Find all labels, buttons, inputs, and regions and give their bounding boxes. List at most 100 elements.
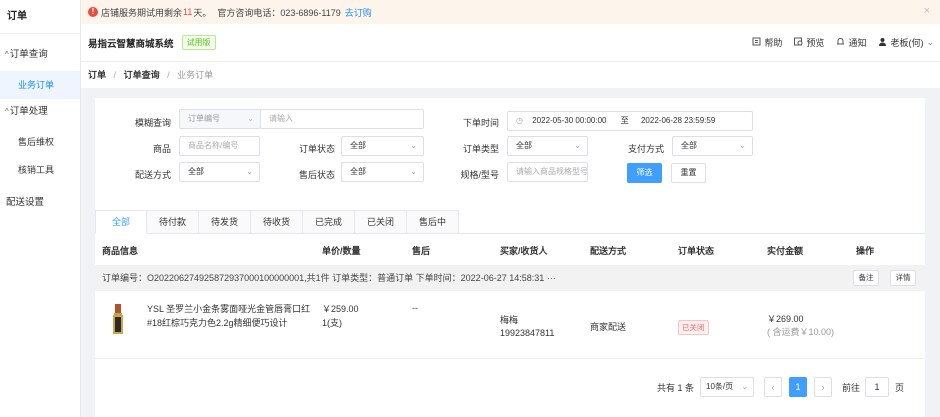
paid-amount: ￥269.00 ( 含运费￥10.00) bbox=[767, 313, 834, 339]
notice-days: 11 bbox=[183, 7, 193, 17]
tab-completed[interactable]: 已完成 bbox=[303, 210, 355, 234]
breadcrumb-sep: / bbox=[113, 70, 117, 80]
close-icon[interactable]: × bbox=[924, 5, 930, 17]
order-type-value: 全部 bbox=[516, 141, 532, 150]
sidebar: 订单 ^订单查询 业务订单 ^订单处理 售后维权 核销工具 配送设置 bbox=[0, 0, 81, 417]
product-thumbnail[interactable] bbox=[111, 304, 125, 334]
buyer-phone: 19923847811 bbox=[500, 328, 555, 338]
product-name-line2: #18红棕巧克力色2.2g精细便巧设计 bbox=[147, 318, 288, 328]
sidebar-item-delivery-settings[interactable]: 配送设置 bbox=[0, 192, 80, 214]
detail-button[interactable]: 详情 bbox=[890, 270, 916, 286]
sidebar-group-order-processing[interactable]: ^订单处理 bbox=[0, 102, 80, 122]
fuzzy-type-select[interactable]: 订单编号 ⌄ bbox=[179, 109, 261, 129]
spec-input[interactable]: 请输入商品规格型号 bbox=[507, 162, 588, 182]
table-header: 商品信息 单价/数量 售后 买家/收货人 配送方式 订单状态 实付金额 操作 bbox=[95, 236, 925, 264]
header-actions: 帮助 预览 通知 老板(何) ⌄ bbox=[740, 36, 934, 49]
order-time-label: 下单时间 bbox=[462, 118, 499, 128]
col-after-sale: 售后 bbox=[412, 246, 431, 256]
page-size-select[interactable]: 10条/页 ⌄ bbox=[700, 377, 755, 397]
sidebar-item-after-sale[interactable]: 售后维权 bbox=[0, 128, 80, 156]
sidebar-item-verify-tool[interactable]: 核销工具 bbox=[0, 156, 80, 184]
status-badge: 已关闭 bbox=[678, 320, 709, 335]
notice-hotline: 官方咨询电话：023-6896-1179 bbox=[217, 7, 341, 18]
orders-card: 模糊查询 订单编号 ⌄ 请输入 下单时间 ◷ 2022-05-30 00:00:0… bbox=[95, 98, 925, 417]
prev-page-button[interactable]: ‹ bbox=[764, 377, 783, 397]
user-menu[interactable]: 老板(何) ⌄ bbox=[878, 36, 934, 49]
sidebar-item-business-orders[interactable]: 业务订单 bbox=[0, 71, 80, 99]
chevron-down-icon: ⌄ bbox=[926, 37, 934, 47]
user-name: 老板(何) bbox=[890, 38, 924, 48]
warning-icon: ! bbox=[88, 7, 98, 17]
top-header: 易指云智慧商城系统 试用版 帮助 预览 通知 老板(何) ⌄ bbox=[81, 24, 940, 62]
tab-pending-payment[interactable]: 待付款 bbox=[147, 210, 199, 234]
quantity: 1(支) bbox=[322, 318, 342, 328]
col-buyer: 买家/收货人 bbox=[500, 246, 548, 256]
sidebar-group-order-query[interactable]: ^订单查询 bbox=[0, 45, 80, 65]
page-size-value: 10条/页 bbox=[706, 382, 734, 391]
breadcrumb-order-query[interactable]: 订单查询 bbox=[124, 70, 160, 80]
filter-panel: 模糊查询 订单编号 ⌄ 请输入 下单时间 ◷ 2022-05-30 00:00:0… bbox=[95, 98, 925, 196]
tab-all[interactable]: 全部 bbox=[95, 210, 147, 234]
pagination: 共有 1 条 10条/页 ⌄ ‹ 1 › 前往 1 页 bbox=[657, 377, 904, 397]
after-sale-value: -- bbox=[412, 303, 418, 313]
col-actions: 操作 bbox=[856, 246, 875, 256]
pay-method-select[interactable]: 全部 ⌄ bbox=[672, 136, 753, 156]
order-status: 已关闭 bbox=[678, 320, 709, 335]
product-name[interactable]: YSL 圣罗兰小金条雾面哑光金管唇膏口红 #18红棕巧克力色2.2g精细便巧设计 bbox=[147, 302, 310, 330]
note-button[interactable]: 备注 bbox=[853, 270, 879, 286]
col-price-qty: 单价/数量 bbox=[322, 246, 361, 256]
order-time-range[interactable]: ◷ 2022-05-30 00:00:00 至 2022-06-28 23:59… bbox=[507, 111, 753, 131]
preview-icon bbox=[794, 37, 803, 48]
filter-button[interactable]: 筛选 bbox=[627, 163, 662, 183]
after-sale-status-select[interactable]: 全部 ⌄ bbox=[341, 162, 424, 182]
help-button[interactable]: 帮助 bbox=[752, 36, 782, 49]
breadcrumb-current: 业务订单 bbox=[177, 70, 214, 80]
clock-icon: ◷ bbox=[516, 116, 523, 125]
tab-after-sale[interactable]: 售后中 bbox=[407, 210, 459, 234]
goto-page-input[interactable]: 1 bbox=[865, 377, 890, 397]
fuzzy-query-input[interactable]: 请输入 bbox=[260, 109, 424, 129]
order-summary: 订单编号：O202206274925872937000100000001,共1件… bbox=[102, 273, 556, 283]
pay-method-label: 支付方式 bbox=[627, 144, 664, 154]
notify-label: 通知 bbox=[848, 38, 867, 48]
delivery-method: 商家配送 bbox=[590, 322, 627, 332]
sidebar-title: 订单 bbox=[0, 0, 80, 34]
col-status: 订单状态 bbox=[678, 246, 715, 256]
after-sale-status-label: 售后状态 bbox=[298, 170, 335, 180]
delivery-method-value: 全部 bbox=[188, 167, 204, 176]
help-label: 帮助 bbox=[764, 38, 783, 48]
order-status-select[interactable]: 全部 ⌄ bbox=[341, 136, 424, 156]
preview-button[interactable]: 预览 bbox=[794, 36, 824, 49]
sidebar-group-label: 订单处理 bbox=[9, 106, 48, 117]
notice-suffix: 天。 bbox=[193, 7, 212, 18]
tab-pending-shipment[interactable]: 待发货 bbox=[199, 210, 251, 234]
order-type-select[interactable]: 全部 ⌄ bbox=[507, 136, 588, 156]
col-product: 商品信息 bbox=[102, 246, 139, 256]
subscribe-link[interactable]: 去订购 bbox=[345, 6, 372, 19]
tab-closed[interactable]: 已关闭 bbox=[355, 210, 407, 234]
date-to: 至 bbox=[620, 116, 629, 125]
breadcrumb-sep: / bbox=[167, 70, 170, 80]
buyer-name: 梅梅 bbox=[500, 315, 519, 325]
breadcrumb-orders[interactable]: 订单 bbox=[88, 70, 106, 80]
product-label: 商品 bbox=[152, 144, 171, 154]
order-status-value: 全部 bbox=[350, 141, 366, 150]
notice-prefix: 店铺服务期试用剩余 bbox=[101, 7, 183, 18]
next-page-button[interactable]: › bbox=[814, 377, 833, 397]
col-paid: 实付金额 bbox=[767, 246, 804, 256]
delivery-method-label: 配送方式 bbox=[134, 170, 171, 180]
spec-label: 规格/型号 bbox=[460, 170, 499, 180]
fuzzy-query-label: 模糊查询 bbox=[134, 118, 171, 128]
delivery-method-select[interactable]: 全部 ⌄ bbox=[179, 162, 260, 182]
tab-pending-receipt[interactable]: 待收货 bbox=[251, 210, 303, 234]
goto-label: 前往 bbox=[842, 382, 861, 393]
page-1-button[interactable]: 1 bbox=[789, 377, 808, 397]
product-input[interactable]: 商品名称/编号 bbox=[179, 136, 260, 156]
book-icon bbox=[752, 37, 761, 48]
notify-button[interactable]: 通知 bbox=[836, 36, 866, 49]
chevron-down-icon: ⌄ bbox=[410, 167, 417, 176]
buyer-info: 梅梅 19923847811 bbox=[500, 314, 554, 340]
unit-price: ￥259.00 bbox=[322, 304, 359, 314]
reset-button[interactable]: 重置 bbox=[671, 163, 706, 183]
order-status-label: 订单状态 bbox=[298, 144, 335, 154]
